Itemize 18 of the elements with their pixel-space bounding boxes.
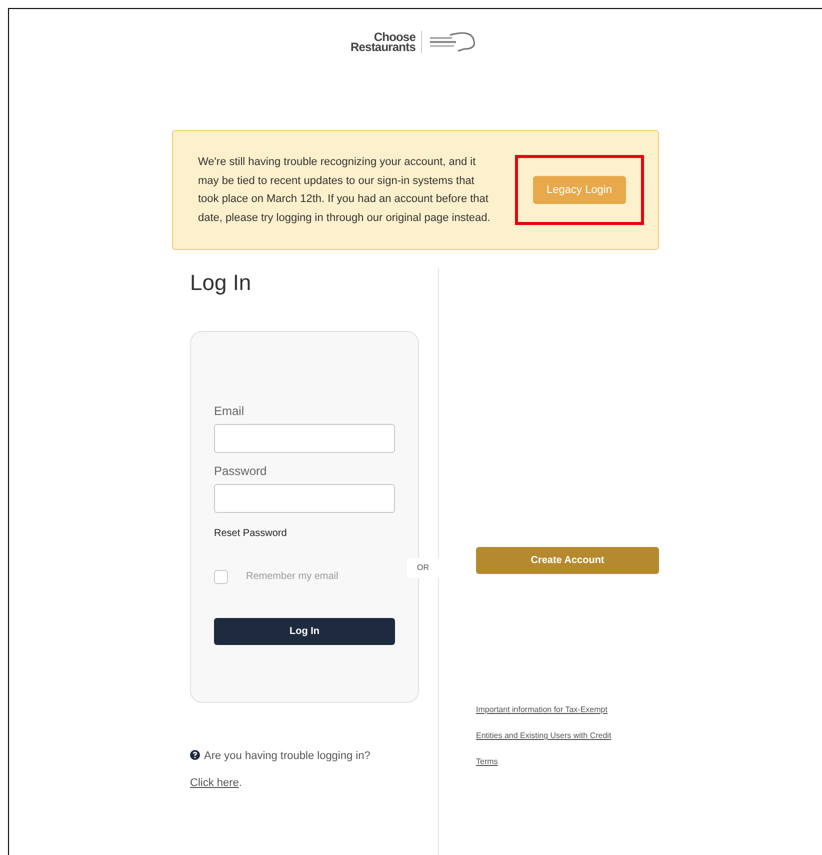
footer-link[interactable]: Important information for Tax-Exempt [476,704,659,716]
footer-link[interactable]: Terms [476,756,659,768]
field-label: Email [214,403,246,420]
footer-link[interactable]: Entities and Existing Users with Credit [476,730,659,742]
or-label: OR [407,558,439,578]
click-here-link[interactable]: Click here [190,777,239,789]
input-field[interactable] [214,424,395,453]
help-icon [190,750,200,760]
reset-password-link[interactable]: Reset Password [214,526,395,541]
checkbox-label: Remember my email [246,570,338,584]
help-text: Are you having trouble logging in? Click here. [190,749,372,791]
notice-message: We're still having trouble recognizing your account, and it may be tied to recent updates to our sign-in systems that took place on March 12th. If you had an account before that date, please try logging in through our original page instead. [198,155,492,226]
field-label: Password [214,463,268,480]
login-button[interactable]: Log In [214,618,395,645]
checkbox[interactable] [214,570,228,584]
brand-logo: Choose Restaurants [350,32,416,52]
page-title: Log In [190,269,252,297]
input-field[interactable] [214,484,395,513]
